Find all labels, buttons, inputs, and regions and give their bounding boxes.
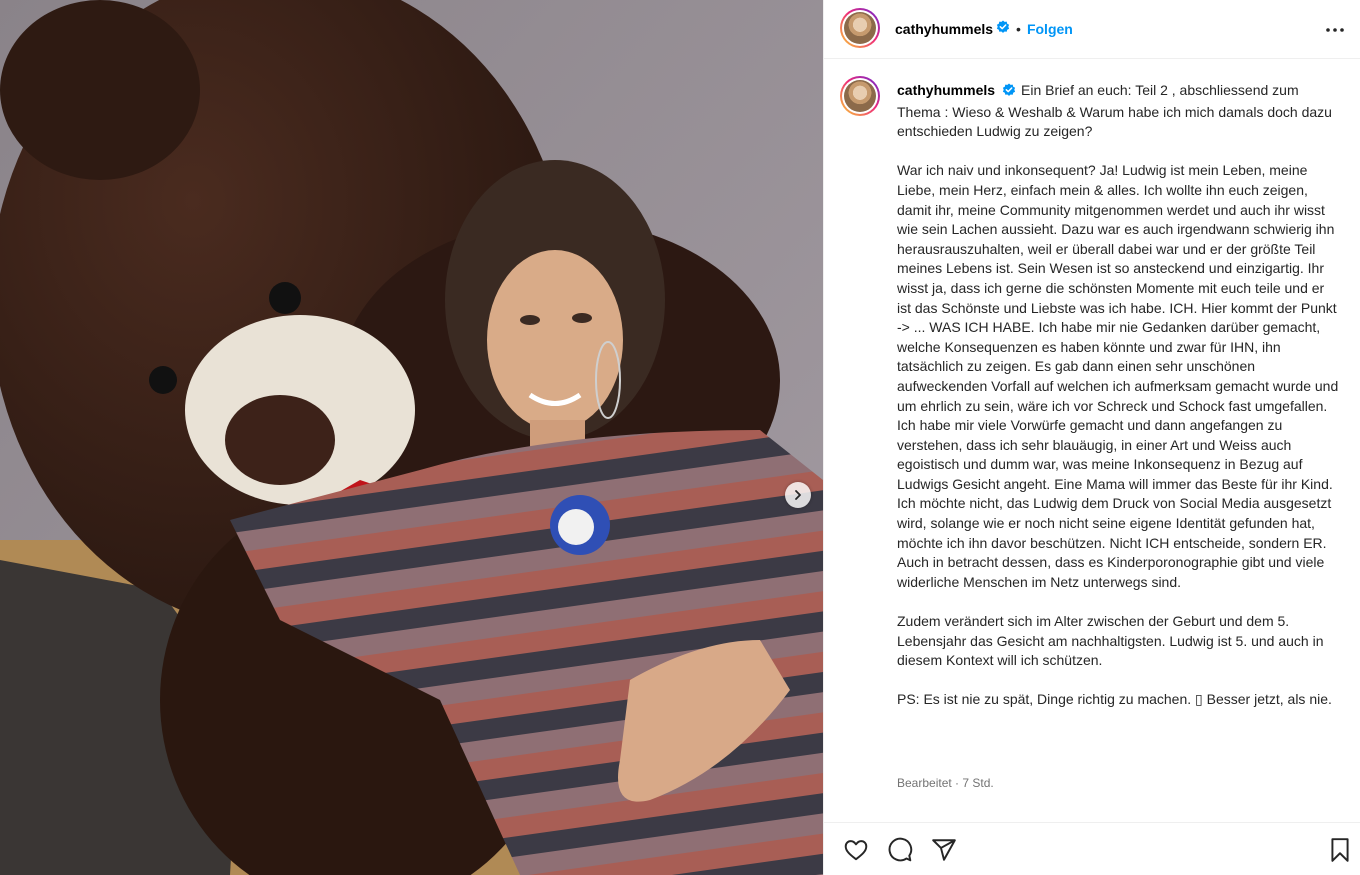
header-separator: • <box>1016 21 1021 37</box>
post-header: cathyhummels • Folgen <box>824 0 1360 59</box>
caption-author-avatar[interactable] <box>840 76 880 116</box>
photo-image <box>0 0 823 875</box>
caption-body: Ein Brief an euch: Teil 2 , abschliessen… <box>897 82 1339 708</box>
author-avatar[interactable] <box>840 8 880 48</box>
bookmark-icon[interactable] <box>1329 837 1355 863</box>
verified-badge-icon <box>996 20 1010 39</box>
heart-icon[interactable] <box>843 837 869 863</box>
post-side-panel: cathyhummels • Folgen cathyhummels Ein Br… <box>823 0 1360 875</box>
post-actions-bar <box>824 822 1360 875</box>
chevron-right-icon <box>795 490 801 500</box>
share-icon[interactable] <box>931 837 957 863</box>
caption-username[interactable]: cathyhummels <box>897 82 995 98</box>
caption-text-block: cathyhummels Ein Brief an euch: Teil 2 , … <box>897 81 1342 710</box>
header-username[interactable]: cathyhummels <box>895 21 993 37</box>
follow-button[interactable]: Folgen <box>1027 21 1073 37</box>
comment-icon[interactable] <box>887 837 913 863</box>
post-timestamp: Bearbeitet · 7 Std. <box>897 776 994 790</box>
carousel-next-button[interactable] <box>785 482 811 508</box>
more-options-icon[interactable] <box>1323 18 1347 42</box>
header-author-line: cathyhummels • Folgen <box>895 20 1073 38</box>
caption-section: cathyhummels Ein Brief an euch: Teil 2 , … <box>824 60 1360 822</box>
verified-badge-icon <box>1002 83 1016 103</box>
post-photo[interactable] <box>0 0 823 875</box>
